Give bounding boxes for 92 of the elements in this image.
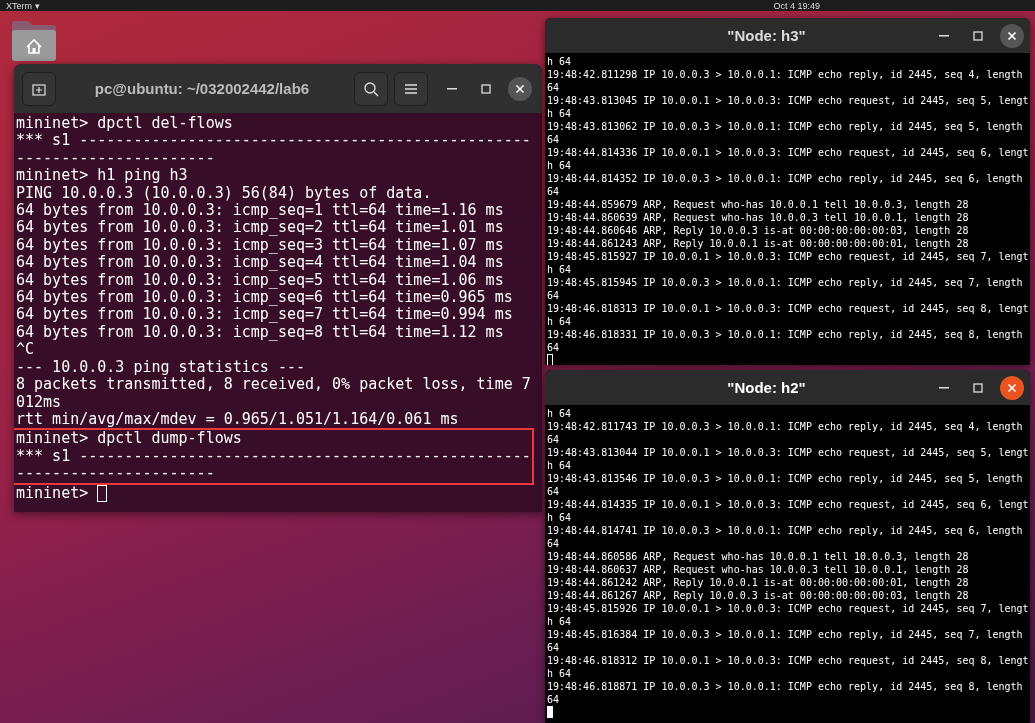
terminal-line: 64	[547, 289, 561, 302]
terminal-line: 19:48:44.814741 IP 10.0.0.3 > 10.0.0.1: ICMP echo reply, id 2445, seq 6, length	[547, 524, 1024, 537]
close-button[interactable]	[508, 76, 532, 101]
new-tab-button[interactable]	[22, 71, 56, 106]
terminal-line: 64	[547, 133, 561, 146]
terminal-line: ----------------------	[16, 465, 216, 483]
terminal-line: 19:48:44.860586 ARP, Request who-has 10.0.0.1 tell 10.0.0.3, length 28	[547, 550, 970, 563]
app-menu[interactable]: XTerm ▾	[6, 0, 40, 11]
terminal-line: h 64	[547, 459, 573, 472]
terminal-line: 64 bytes from 10.0.0.3: icmp_seq=5 ttl=64 time=1.06 ms	[16, 271, 505, 290]
terminal-line: mininet> h1 ping h3	[16, 167, 189, 185]
terminal-line: 19:48:44.861267 ARP, Reply 10.0.0.3 is-at 00:00:00:00:00:03, length 28	[547, 589, 970, 602]
terminal-line: h 64	[547, 615, 573, 628]
minimize-icon	[939, 386, 949, 389]
terminal-line: 19:48:44.814352 IP 10.0.0.3 > 10.0.0.1: ICMP echo reply, id 2445, seq 6, length	[547, 172, 1024, 185]
terminal-line: 19:48:42.811298 IP 10.0.0.3 > 10.0.0.1: ICMP echo reply, id 2445, seq 4, length	[547, 68, 1024, 81]
search-button[interactable]	[354, 71, 388, 106]
terminal-line: h 64	[547, 407, 573, 420]
terminal-line: 19:48:46.818313 IP 10.0.0.1 > 10.0.0.3: ICMP echo request, id 2445, seq 8, lengt	[547, 302, 1030, 315]
terminal-line: 64	[547, 185, 561, 198]
terminal-line: 19:48:45.815926 IP 10.0.0.1 > 10.0.0.3: ICMP echo request, id 2445, seq 7, lengt	[547, 602, 1030, 615]
search-icon	[363, 80, 379, 97]
terminal-line: ----------------------	[16, 149, 216, 168]
terminal-line: 19:48:46.818331 IP 10.0.0.3 > 10.0.0.1: ICMP echo reply, id 2445, seq 8, length	[547, 328, 1024, 341]
terminal-line: h 64	[547, 315, 573, 328]
terminal-line: --- 10.0.0.3 ping statistics ---	[16, 358, 306, 377]
terminal-line: h 64	[547, 511, 573, 524]
terminal-line: 64 bytes from 10.0.0.3: icmp_seq=8 ttl=64 time=1.12 ms	[16, 323, 505, 342]
terminal-line: h 64	[547, 55, 573, 68]
maximize-icon	[973, 382, 983, 393]
menu-button[interactable]	[394, 71, 428, 106]
terminal-line: 64 bytes from 10.0.0.3: icmp_seq=2 ttl=64 time=1.01 ms	[16, 219, 505, 237]
terminal-line: 19:48:44.860637 ARP, Request who-has 10.0.0.3 tell 10.0.0.1, length 28	[547, 563, 970, 576]
terminal-line: 19:48:43.813062 IP 10.0.0.3 > 10.0.0.1: ICMP echo reply, id 2445, seq 5, length	[547, 120, 1024, 133]
terminal-line: *** s1 --------------------------------------------------	[16, 132, 532, 150]
terminal-line: 64	[547, 341, 561, 354]
close-button[interactable]	[1000, 375, 1024, 400]
terminal-line: 19:48:46.818312 IP 10.0.0.1 > 10.0.0.3: ICMP echo request, id 2445, seq 8, lengt	[547, 654, 1030, 667]
terminal-line: 64 bytes from 10.0.0.3: icmp_seq=3 ttl=64 time=1.07 ms	[16, 236, 505, 255]
terminal-line: h 64	[547, 263, 573, 276]
terminal-line: 19:48:45.815927 IP 10.0.0.1 > 10.0.0.3: ICMP echo request, id 2445, seq 7, lengt	[547, 250, 1030, 263]
terminal-line: 64 bytes from 10.0.0.3: icmp_seq=6 ttl=64 time=0.965 ms	[16, 289, 514, 307]
terminal-line: 19:48:44.814336 IP 10.0.0.1 > 10.0.0.3: ICMP echo request, id 2445, seq 6, lengt	[547, 146, 1030, 159]
terminal-line: 19:48:44.860639 ARP, Request who-has 10.0.0.3 tell 10.0.0.1, length 28	[547, 211, 970, 224]
window-title: "Node: h2"	[726, 379, 807, 396]
terminal-line: 19:48:42.811743 IP 10.0.0.3 > 10.0.0.1: ICMP echo reply, id 2445, seq 4, length	[547, 420, 1024, 433]
terminal-line: 8 packets transmitted, 8 received, 0% packet loss, time 7	[16, 376, 532, 394]
terminal-line: 012ms	[16, 393, 63, 411]
terminal-line: h 64	[547, 107, 573, 120]
terminal-line: *** s1 --------------------------------------------------	[16, 447, 532, 466]
terminal-line: mininet> dpctl dump-flows	[16, 430, 243, 448]
terminal-line: 64	[547, 485, 561, 498]
terminal-line: 64	[547, 693, 561, 706]
terminal-line: rtt min/avg/max/mdev = 0.965/1.051/1.164/0.061 ms	[16, 410, 460, 429]
terminal-line: 19:48:43.813546 IP 10.0.0.3 > 10.0.0.1: ICMP echo reply, id 2445, seq 5, length	[547, 472, 1024, 485]
terminal-line: ^C	[16, 341, 36, 359]
terminal-line: 64 bytes from 10.0.0.3: icmp_seq=7 ttl=64 time=0.994 ms	[16, 306, 514, 324]
terminal-line: 64 bytes from 10.0.0.3: icmp_seq=4 ttl=64 time=1.04 ms	[16, 254, 505, 272]
window-title: "Node: h3"	[726, 27, 807, 44]
new-tab-icon	[32, 81, 46, 96]
close-icon	[1007, 382, 1017, 393]
terminal-prompt: mininet>	[16, 484, 90, 502]
terminal-line: 19:48:44.814335 IP 10.0.0.1 > 10.0.0.3: ICMP echo request, id 2445, seq 6, lengt	[547, 498, 1030, 511]
terminal-line: h 64	[547, 159, 573, 172]
terminal-line: 19:48:43.813045 IP 10.0.0.1 > 10.0.0.3: ICMP echo request, id 2445, seq 5, lengt	[547, 94, 1030, 107]
terminal-line: 64 bytes from 10.0.0.3: icmp_seq=1 ttl=64 time=1.16 ms	[16, 202, 505, 220]
maximize-icon	[973, 30, 983, 41]
terminal-line: h 64	[547, 667, 573, 680]
terminal-line: 64	[547, 641, 561, 654]
terminal-line: 19:48:44.859679 ARP, Request who-has 10.0.0.1 tell 10.0.0.3, length 28	[547, 198, 970, 211]
terminal-line: 19:48:43.813044 IP 10.0.0.1 > 10.0.0.3: ICMP echo request, id 2445, seq 5, lengt	[547, 446, 1030, 459]
terminal-line: mininet> dpctl del-flows	[16, 115, 234, 133]
terminal-line: 19:48:44.861242 ARP, Reply 10.0.0.1 is-at 00:00:00:00:00:01, length 28	[547, 576, 970, 589]
terminal-line: 19:48:45.815945 IP 10.0.0.3 > 10.0.0.1: ICMP echo reply, id 2445, seq 7, length	[547, 276, 1024, 289]
close-button[interactable]	[1000, 23, 1024, 48]
terminal-line: PING 10.0.0.3 (10.0.0.3) 56(84) bytes of data.	[16, 184, 433, 203]
clock[interactable]: Oct 4 19:49	[773, 0, 820, 11]
close-icon	[515, 83, 525, 94]
terminal-line: 64	[547, 537, 561, 550]
home-folder-icon	[10, 20, 58, 62]
close-icon	[1007, 30, 1017, 41]
terminal-line: 64	[547, 81, 561, 94]
terminal-line: 19:48:45.816384 IP 10.0.0.3 > 10.0.0.1: ICMP echo reply, id 2445, seq 7, length	[547, 628, 1024, 641]
terminal-line: 19:48:44.860646 ARP, Reply 10.0.0.3 is-at 00:00:00:00:00:03, length 28	[547, 224, 970, 237]
terminal-line: 19:48:46.818871 IP 10.0.0.3 > 10.0.0.1: ICMP echo reply, id 2445, seq 8, length	[547, 680, 1024, 693]
terminal-line: 19:48:44.861243 ARP, Reply 10.0.0.1 is-at 00:00:00:00:00:01, length 28	[547, 237, 970, 250]
minimize-icon	[939, 34, 949, 37]
minimize-icon	[447, 87, 457, 90]
terminal-line: 64	[547, 433, 561, 446]
menu-icon	[404, 82, 418, 95]
maximize-icon	[481, 83, 491, 94]
window-title: pc@ubuntu: ~/032002442/lab6	[93, 80, 311, 97]
